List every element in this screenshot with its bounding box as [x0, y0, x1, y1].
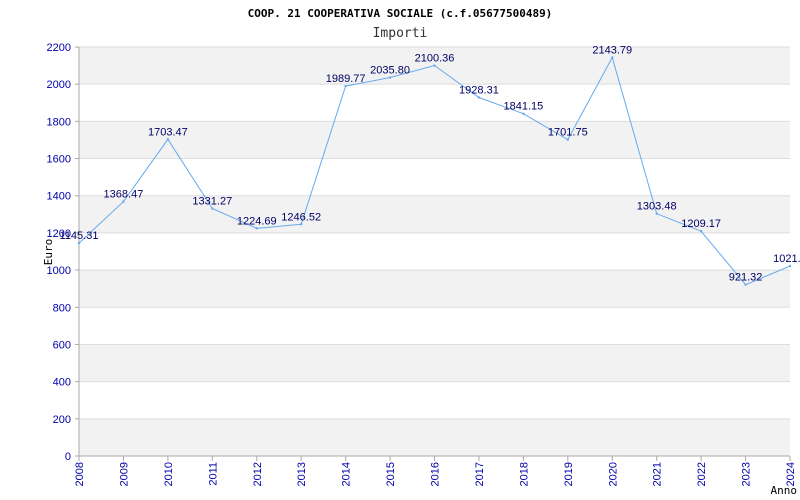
data-point — [788, 264, 792, 268]
x-tick-label: 2017 — [474, 462, 486, 486]
plot-background — [79, 47, 790, 456]
y-tick-label: 2000 — [47, 79, 71, 91]
data-label: 1209.17 — [681, 218, 721, 230]
y-tick-label: 800 — [53, 302, 71, 314]
data-label: 2143.79 — [592, 44, 632, 56]
x-tick-label: 2015 — [385, 462, 397, 486]
x-tick-label: 2019 — [563, 462, 575, 486]
data-label: 1303.48 — [637, 201, 677, 213]
data-point — [255, 227, 258, 230]
data-point — [299, 223, 303, 226]
y-tick-label: 400 — [53, 377, 71, 389]
data-point — [166, 138, 170, 141]
grid-band — [79, 381, 790, 419]
data-point — [611, 56, 614, 59]
x-tick-label: 2024 — [785, 462, 797, 486]
data-label: 1703.47 — [148, 126, 188, 138]
data-point — [655, 212, 658, 215]
data-point — [744, 283, 747, 286]
x-tick-label: 2020 — [607, 462, 619, 486]
data-label: 1331.27 — [192, 196, 232, 208]
grid-band — [79, 307, 790, 345]
y-tick-label: 0 — [65, 451, 71, 463]
y-tick-label: 1400 — [47, 191, 71, 203]
data-point — [522, 112, 525, 115]
data-label: 1246.52 — [281, 211, 321, 223]
y-tick-label: 1000 — [47, 265, 71, 277]
x-tick-label: 2016 — [430, 462, 442, 486]
grid-band — [79, 418, 790, 456]
data-label: 921.32 — [729, 272, 763, 284]
line-chart: 0200400600800100012001400160018002000220… — [42, 7, 800, 497]
chart-subtitle: Importi — [373, 26, 428, 41]
data-label: 1021.3 — [773, 253, 800, 265]
data-label: 1368.47 — [104, 189, 144, 201]
x-tick-label: 2008 — [74, 462, 86, 486]
data-label: 2035.80 — [370, 65, 410, 77]
y-tick-label: 1600 — [47, 154, 71, 166]
data-point — [699, 230, 703, 233]
x-tick-label: 2011 — [207, 462, 219, 486]
x-tick-label: 2010 — [163, 462, 175, 486]
data-label: 2100.36 — [415, 53, 455, 65]
data-point — [477, 96, 481, 99]
x-tick-label: 2013 — [296, 462, 308, 486]
data-point — [122, 200, 125, 203]
data-point — [344, 84, 347, 88]
y-axis-title: Euro — [42, 239, 55, 266]
x-tick-label: 2012 — [252, 462, 264, 486]
data-point — [211, 207, 214, 210]
x-tick-label: 2014 — [341, 462, 353, 486]
x-axis-title: Anno — [771, 484, 798, 497]
data-label: 1841.15 — [503, 101, 543, 113]
y-tick-label: 600 — [53, 339, 71, 351]
grid-band — [79, 232, 790, 271]
data-point — [433, 64, 436, 67]
grid-band — [79, 84, 790, 122]
grid-band — [79, 344, 790, 382]
data-point — [388, 76, 392, 79]
x-tick-label: 2009 — [118, 462, 130, 486]
x-tick-label: 2021 — [652, 462, 664, 486]
data-label: 1145.31 — [60, 230, 99, 242]
data-label: 1989.77 — [326, 73, 366, 85]
data-point — [566, 138, 570, 141]
grid-band — [79, 158, 790, 196]
data-label: 1701.75 — [548, 127, 588, 139]
y-tick-label: 200 — [53, 414, 71, 426]
x-tick-labels: 2008 2009 2010 2011 2012 2013 2014 2015 2016 2017… — [74, 462, 797, 486]
x-tick-label: 2022 — [696, 462, 708, 486]
y-tick-label: 2200 — [47, 42, 71, 54]
x-tick-label: 2023 — [741, 462, 753, 486]
y-tick-label: 1800 — [47, 116, 71, 128]
chart-title: COOP. 21 COOPERATIVA SOCIALE (c.f.056775… — [248, 7, 553, 20]
data-label: 1224.69 — [237, 215, 277, 227]
data-label: 1928.31 — [459, 85, 499, 97]
x-tick-label: 2018 — [518, 462, 530, 486]
data-point — [77, 241, 81, 245]
grid-band — [79, 270, 790, 308]
